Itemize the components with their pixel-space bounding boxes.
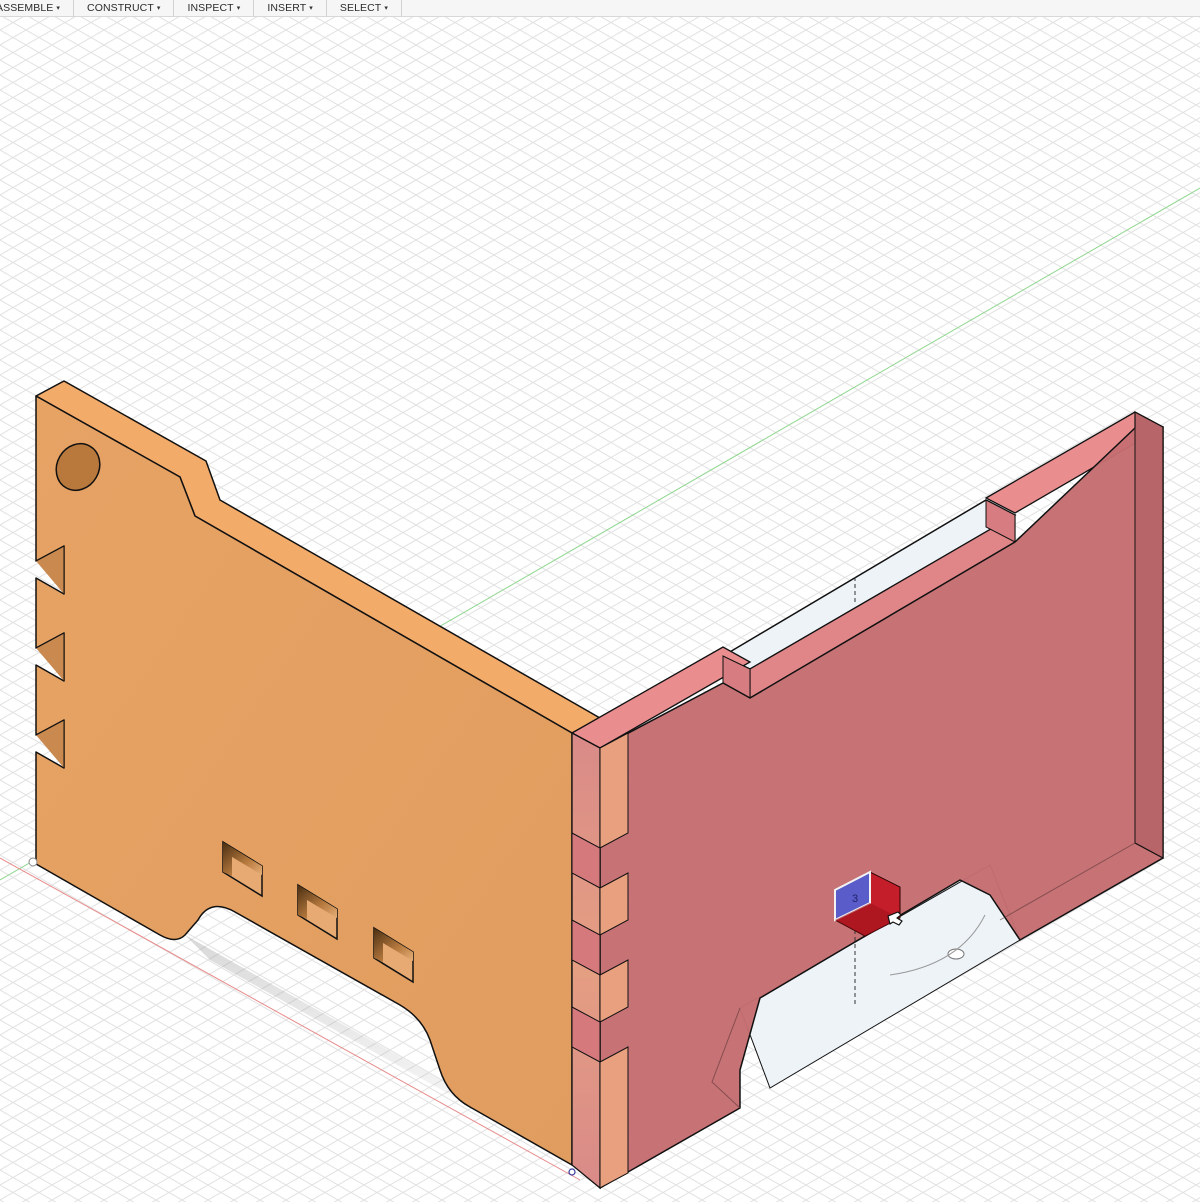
chevron-down-icon: ▾	[309, 5, 313, 12]
menu-insert[interactable]: INSERT ▾	[254, 0, 327, 17]
origin-point[interactable]	[28, 857, 38, 867]
3d-viewport[interactable]: 3	[0, 17, 1200, 1202]
finger-joint-front	[599, 732, 629, 849]
menu-inspect[interactable]: INSPECT ▾	[174, 0, 255, 17]
menu-assemble-label: ASSEMBLE	[0, 2, 54, 14]
toolbar: ASSEMBLE ▾ CONSTRUCT ▾ INSPECT ▾ INSERT ▾ SE…	[0, 0, 1200, 17]
chevron-down-icon: ▾	[156, 5, 161, 12]
chevron-down-icon: ▾	[384, 5, 388, 12]
menu-select-label: SELECT	[339, 2, 382, 14]
menu-insert-label: INSERT	[267, 2, 307, 14]
manipulator-label: 3	[852, 893, 858, 905]
menu-inspect-label: INSPECT	[187, 2, 234, 14]
finger-joint-front	[599, 1046, 629, 1189]
menu-construct[interactable]: CONSTRUCT ▾	[74, 0, 175, 17]
menu-construct-label: CONSTRUCT	[87, 2, 154, 14]
red-panel-right-face	[1134, 410, 1164, 860]
origin-point[interactable]	[568, 1168, 576, 1176]
menu-assemble[interactable]: ASSEMBLE ▾	[0, 0, 75, 17]
menu-select[interactable]: SELECT ▾	[327, 0, 402, 17]
finger-joint-notch	[571, 832, 601, 1063]
chevron-down-icon: ▾	[56, 5, 61, 12]
chevron-down-icon: ▾	[236, 5, 241, 12]
